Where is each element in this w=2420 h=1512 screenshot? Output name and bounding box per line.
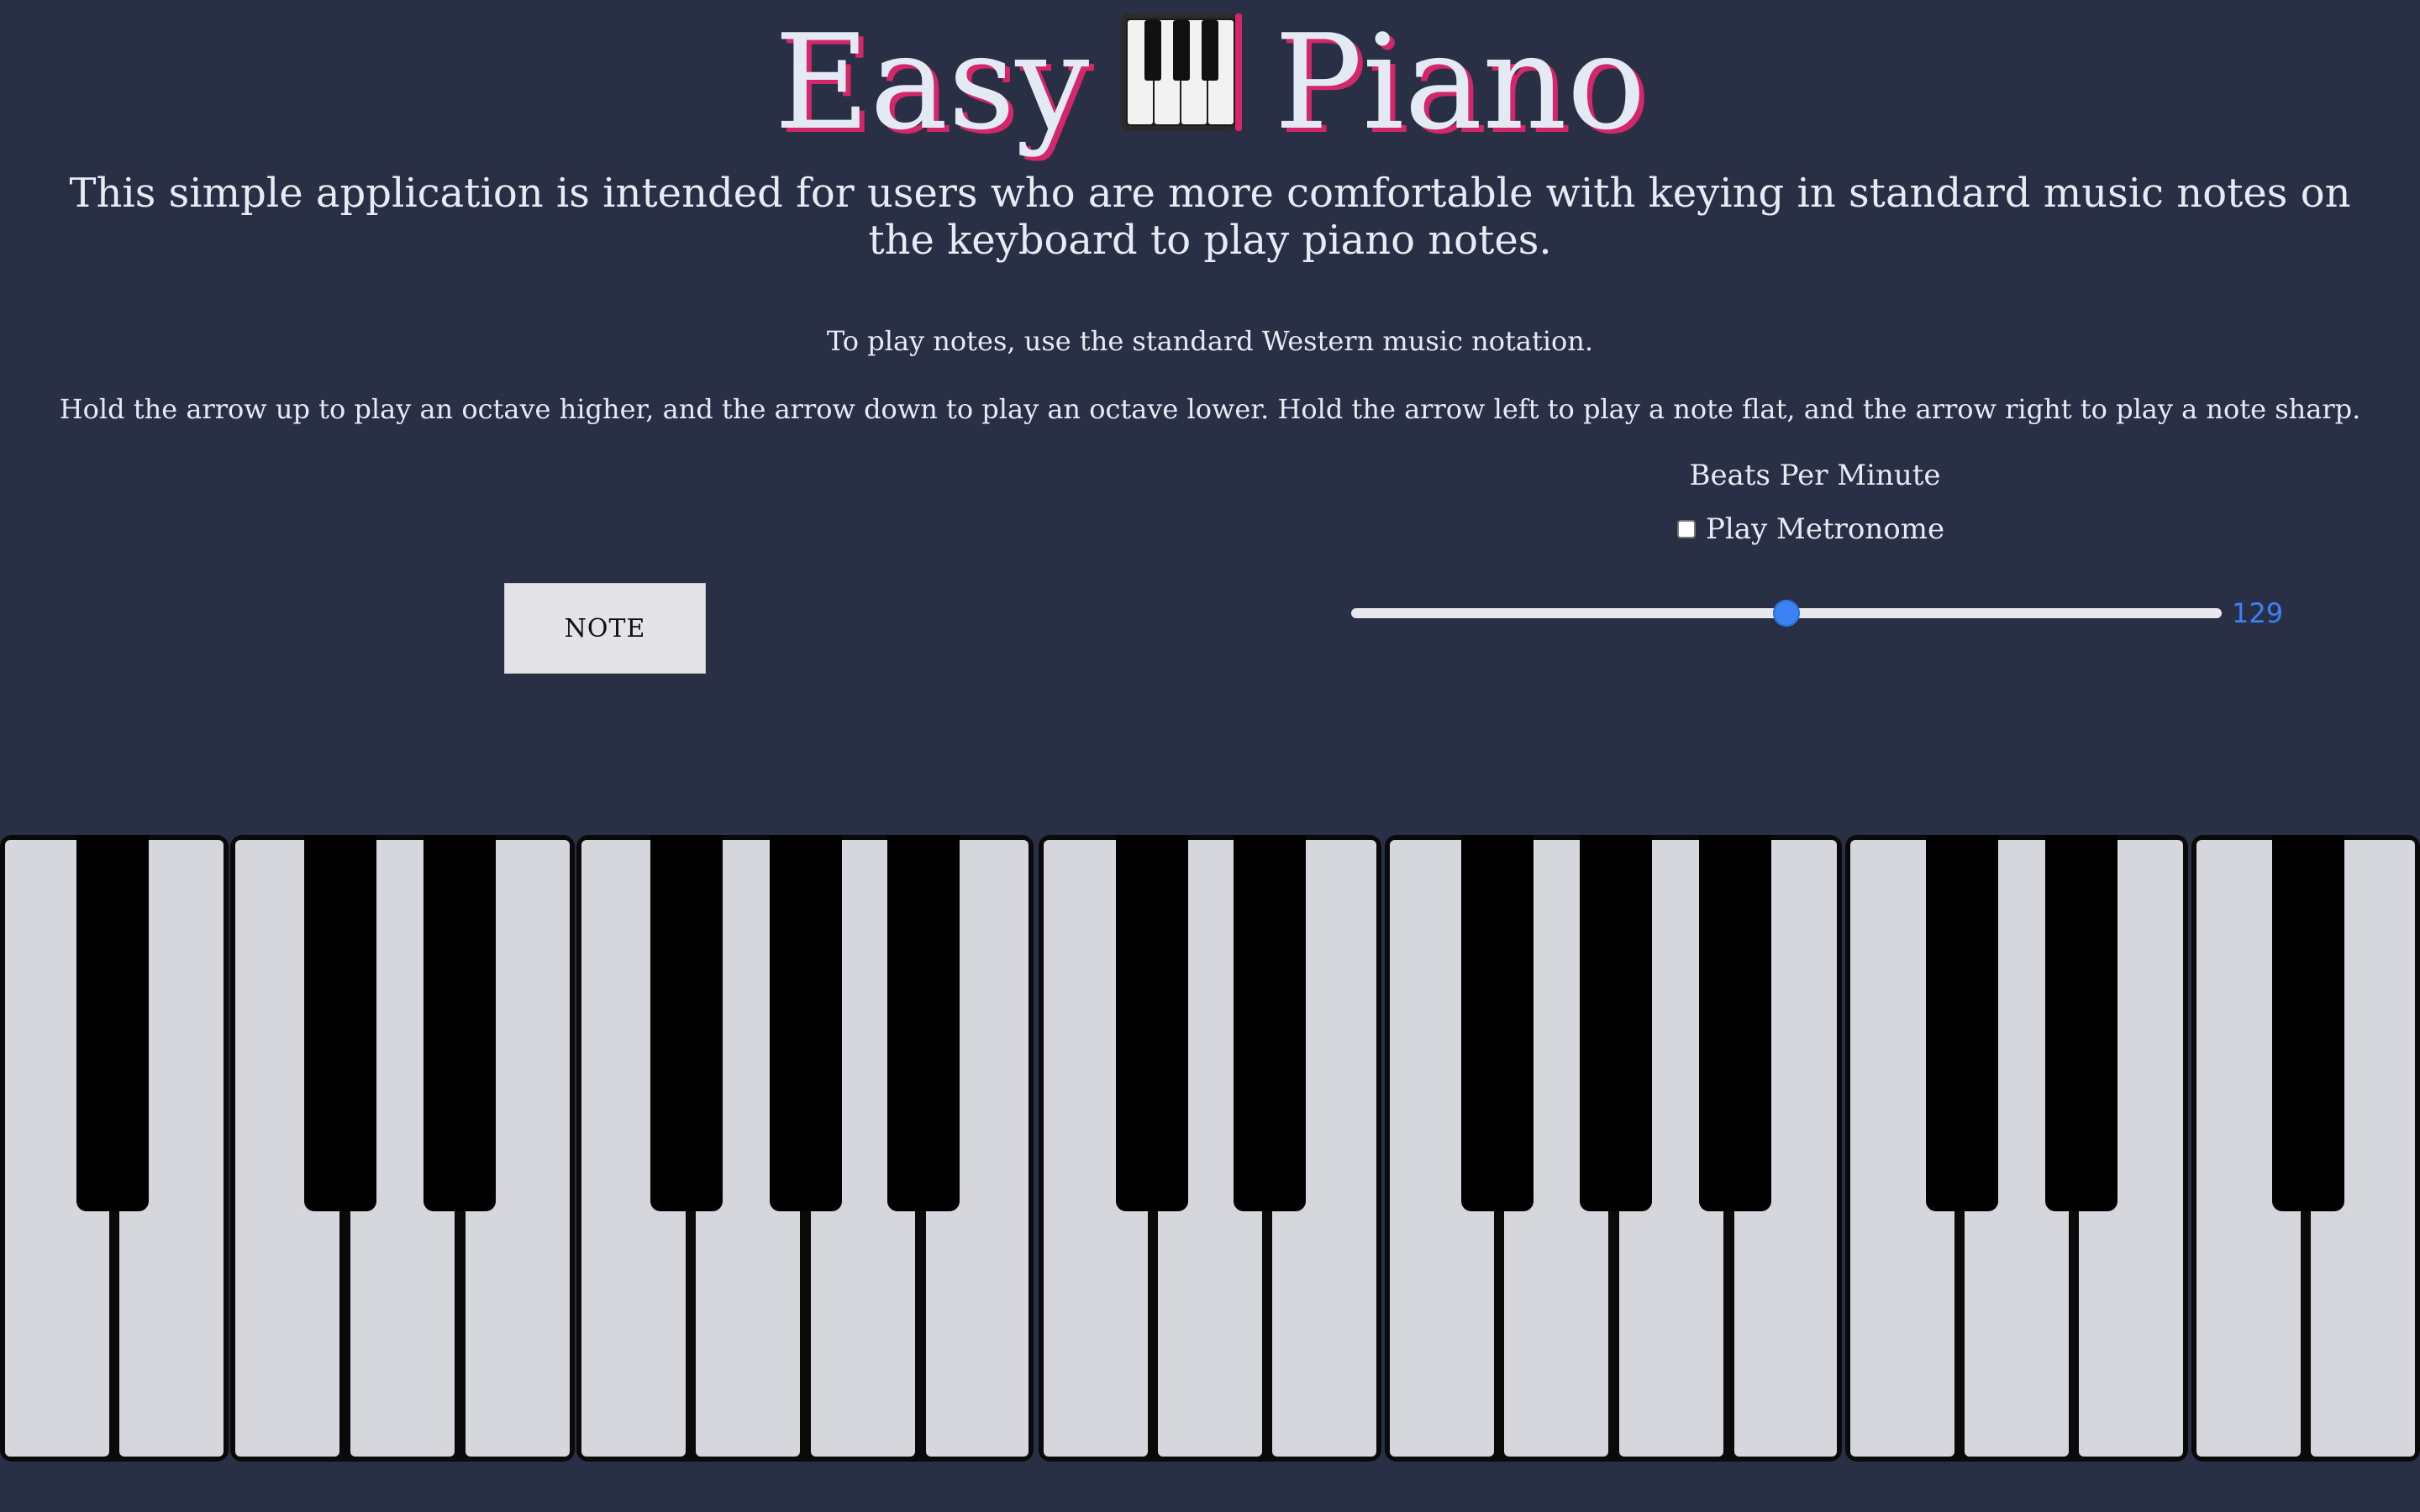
piano-keyboard	[0, 835, 2420, 1462]
bpm-slider[interactable]	[1351, 596, 2222, 630]
key-group	[1039, 835, 1381, 1462]
black-key[interactable]	[1580, 835, 1652, 1211]
key-group	[1845, 835, 2188, 1462]
black-key[interactable]	[887, 835, 960, 1211]
bpm-slider-thumb[interactable]	[1773, 600, 1800, 627]
key-group	[230, 835, 575, 1462]
app-title: Easy Piano	[0, 10, 2420, 154]
intro-text: This simple application is intended for …	[69, 170, 2351, 264]
instruction-notation: To play notes, use the standard Western …	[826, 325, 1594, 357]
black-key[interactable]	[424, 835, 496, 1211]
key-group	[1385, 835, 1842, 1462]
black-key[interactable]	[76, 835, 149, 1211]
black-key[interactable]	[304, 835, 376, 1211]
title-word-easy: Easy	[774, 6, 1090, 159]
key-group	[576, 835, 1034, 1462]
title-word-piano: Piano	[1274, 6, 1646, 159]
metronome-checkbox[interactable]	[1677, 520, 1696, 538]
note-button[interactable]: NOTE	[504, 583, 706, 674]
black-key[interactable]	[1116, 835, 1188, 1211]
black-key[interactable]	[1461, 835, 1534, 1211]
metronome-checkbox-label[interactable]: Play Metronome	[1706, 512, 1944, 546]
key-group	[2191, 835, 2420, 1462]
black-key[interactable]	[1699, 835, 1771, 1211]
key-group	[0, 835, 229, 1462]
black-key[interactable]	[2272, 835, 2344, 1211]
black-key[interactable]	[2045, 835, 2118, 1211]
bpm-value: 129	[2232, 597, 2284, 629]
black-key[interactable]	[1234, 835, 1306, 1211]
bpm-label: Beats Per Minute	[1689, 459, 1941, 492]
musical-keyboard-icon	[1119, 10, 1244, 134]
black-key[interactable]	[1926, 835, 1998, 1211]
metronome-toggle[interactable]: Play Metronome	[1677, 511, 1944, 548]
instruction-arrows: Hold the arrow up to play an octave high…	[59, 393, 2361, 425]
black-key[interactable]	[770, 835, 842, 1211]
black-key[interactable]	[650, 835, 723, 1211]
